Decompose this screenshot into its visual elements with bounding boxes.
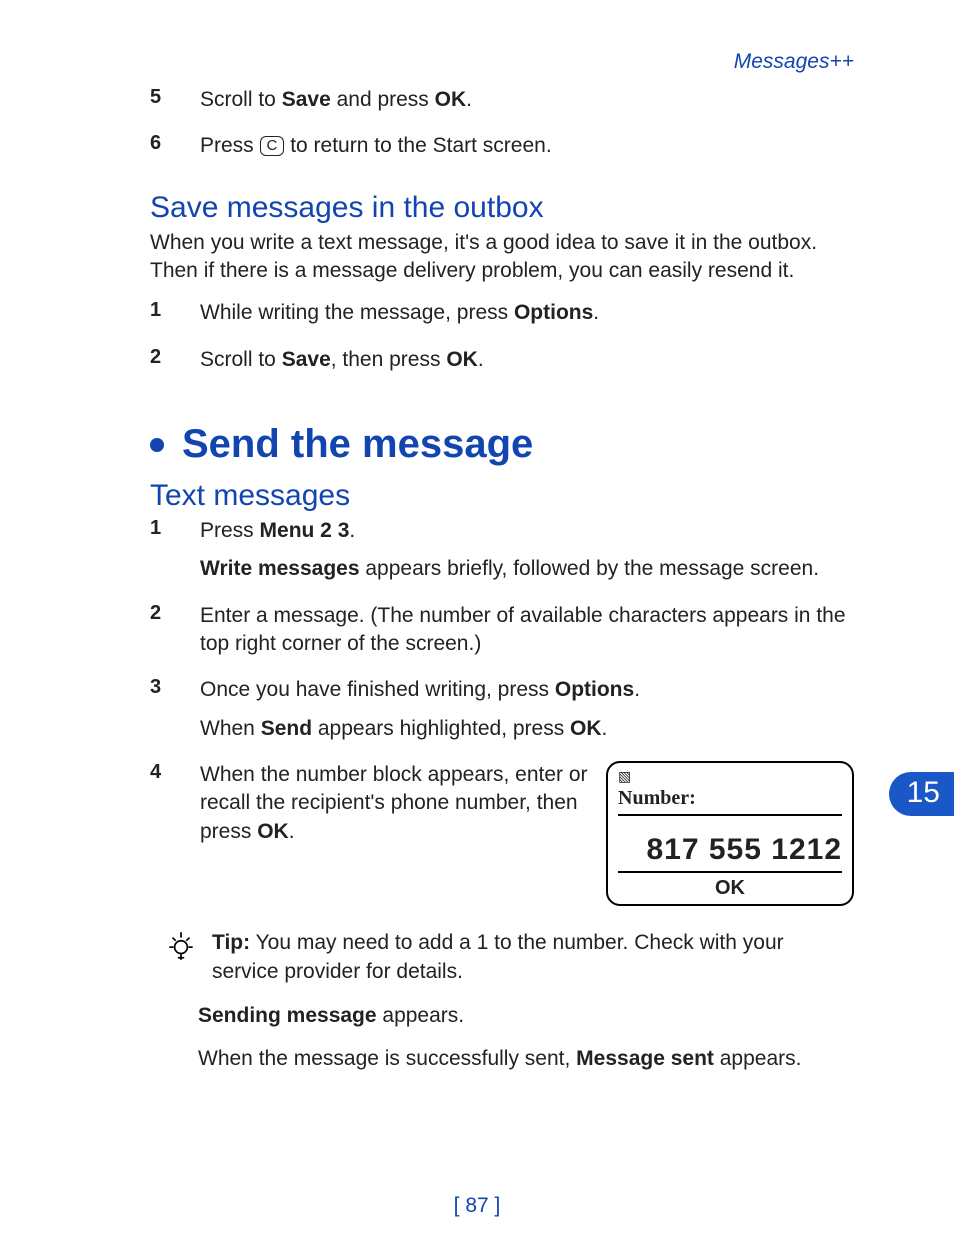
bold: Options xyxy=(555,678,634,701)
text: While writing the message, press xyxy=(200,301,514,324)
phone-label: Number: xyxy=(618,785,842,816)
bold: OK xyxy=(570,717,602,740)
bold: Save xyxy=(282,348,331,371)
bold: Menu 2 3 xyxy=(260,519,350,542)
text: , then press xyxy=(331,348,447,371)
text: Press xyxy=(200,519,260,542)
tip-label: Tip: xyxy=(212,931,250,954)
tip-text: You may need to add a 1 to the number. C… xyxy=(212,931,784,983)
bold: Sending message xyxy=(198,1004,377,1027)
step-text: While writing the message, press Options… xyxy=(200,299,854,337)
text: . xyxy=(478,348,484,371)
text: appears. xyxy=(714,1047,802,1070)
text: appears briefly, followed by the message… xyxy=(360,557,820,580)
bold: Save xyxy=(282,88,331,111)
send-step-1: 1 Press Menu 2 3. Write messages appears… xyxy=(150,517,854,594)
intro-paragraph: When you write a text message, it's a go… xyxy=(150,229,854,286)
step-number: 1 xyxy=(150,517,200,594)
c-key-icon: C xyxy=(260,136,285,156)
step-text: Once you have finished writing, press Op… xyxy=(200,676,854,753)
text: appears. xyxy=(377,1004,465,1027)
text: . xyxy=(466,88,472,111)
step-5: 5 Scroll to Save and press OK. xyxy=(150,86,854,124)
page-number-value: 87 xyxy=(465,1194,488,1217)
signal-icon: ▧ xyxy=(618,771,842,781)
bold: OK xyxy=(435,88,467,111)
step-text: When the number block appears, enter or … xyxy=(200,761,854,920)
bold: Send xyxy=(261,717,312,740)
step-text: Press Menu 2 3. Write messages appears b… xyxy=(200,517,854,594)
bold: Write messages xyxy=(200,557,360,580)
heading-send-message: Send the message xyxy=(150,422,854,467)
step-number: 5 xyxy=(150,86,200,124)
text: and press xyxy=(331,88,435,111)
bold: Options xyxy=(514,301,593,324)
step-6: 6 Press C to return to the Start screen. xyxy=(150,132,854,170)
step-number: 4 xyxy=(150,761,200,920)
tip-block: Tip: You may need to add a 1 to the numb… xyxy=(150,928,854,987)
text: Enter a message. (The number of availabl… xyxy=(200,602,854,659)
bold: OK xyxy=(257,820,289,843)
text: . xyxy=(602,717,608,740)
text: Scroll to xyxy=(200,88,282,111)
text: . xyxy=(349,519,355,542)
step-text: Scroll to Save, then press OK. xyxy=(200,346,854,384)
chapter-tab-badge: 15 xyxy=(889,772,954,816)
step-text: Scroll to Save and press OK. xyxy=(200,86,854,124)
bullet-icon xyxy=(150,438,164,452)
send-step-4: 4 When the number block appears, enter o… xyxy=(150,761,854,920)
outbox-step-2: 2 Scroll to Save, then press OK. xyxy=(150,346,854,384)
page-number: [ 87 ] xyxy=(0,1194,954,1218)
step-number: 6 xyxy=(150,132,200,170)
bold: OK xyxy=(446,348,478,371)
heading-save-outbox: Save messages in the outbox xyxy=(150,191,854,225)
heading-text: Send the message xyxy=(182,422,533,467)
step-text: Enter a message. (The number of availabl… xyxy=(200,602,854,669)
step-number: 2 xyxy=(150,346,200,384)
step-number: 3 xyxy=(150,676,200,753)
text: When xyxy=(200,717,261,740)
phone-ok-label: OK xyxy=(618,875,842,902)
outbox-step-1: 1 While writing the message, press Optio… xyxy=(150,299,854,337)
phone-number: 817 555 1212 xyxy=(618,830,842,873)
text: Press xyxy=(200,134,260,157)
send-step-2: 2 Enter a message. (The number of availa… xyxy=(150,602,854,669)
text: Once you have finished writing, press xyxy=(200,678,555,701)
text: . xyxy=(634,678,640,701)
step-text: Press C to return to the Start screen. xyxy=(200,132,854,170)
send-step-3: 3 Once you have finished writing, press … xyxy=(150,676,854,753)
step-number: 1 xyxy=(150,299,200,337)
text: . xyxy=(593,301,599,324)
step-number: 2 xyxy=(150,602,200,669)
bold: Message sent xyxy=(576,1047,714,1070)
text: appears highlighted, press xyxy=(312,717,570,740)
text: When the message is successfully sent, xyxy=(198,1047,576,1070)
text: . xyxy=(289,820,295,843)
phone-screen-illustration: ▧ Number: 817 555 1212 OK xyxy=(606,761,854,906)
lightbulb-icon xyxy=(164,928,198,968)
text: Scroll to xyxy=(200,348,282,371)
text: to return to the Start screen. xyxy=(284,134,551,157)
header-section-label: Messages++ xyxy=(734,50,854,74)
heading-text-messages: Text messages xyxy=(150,479,854,513)
